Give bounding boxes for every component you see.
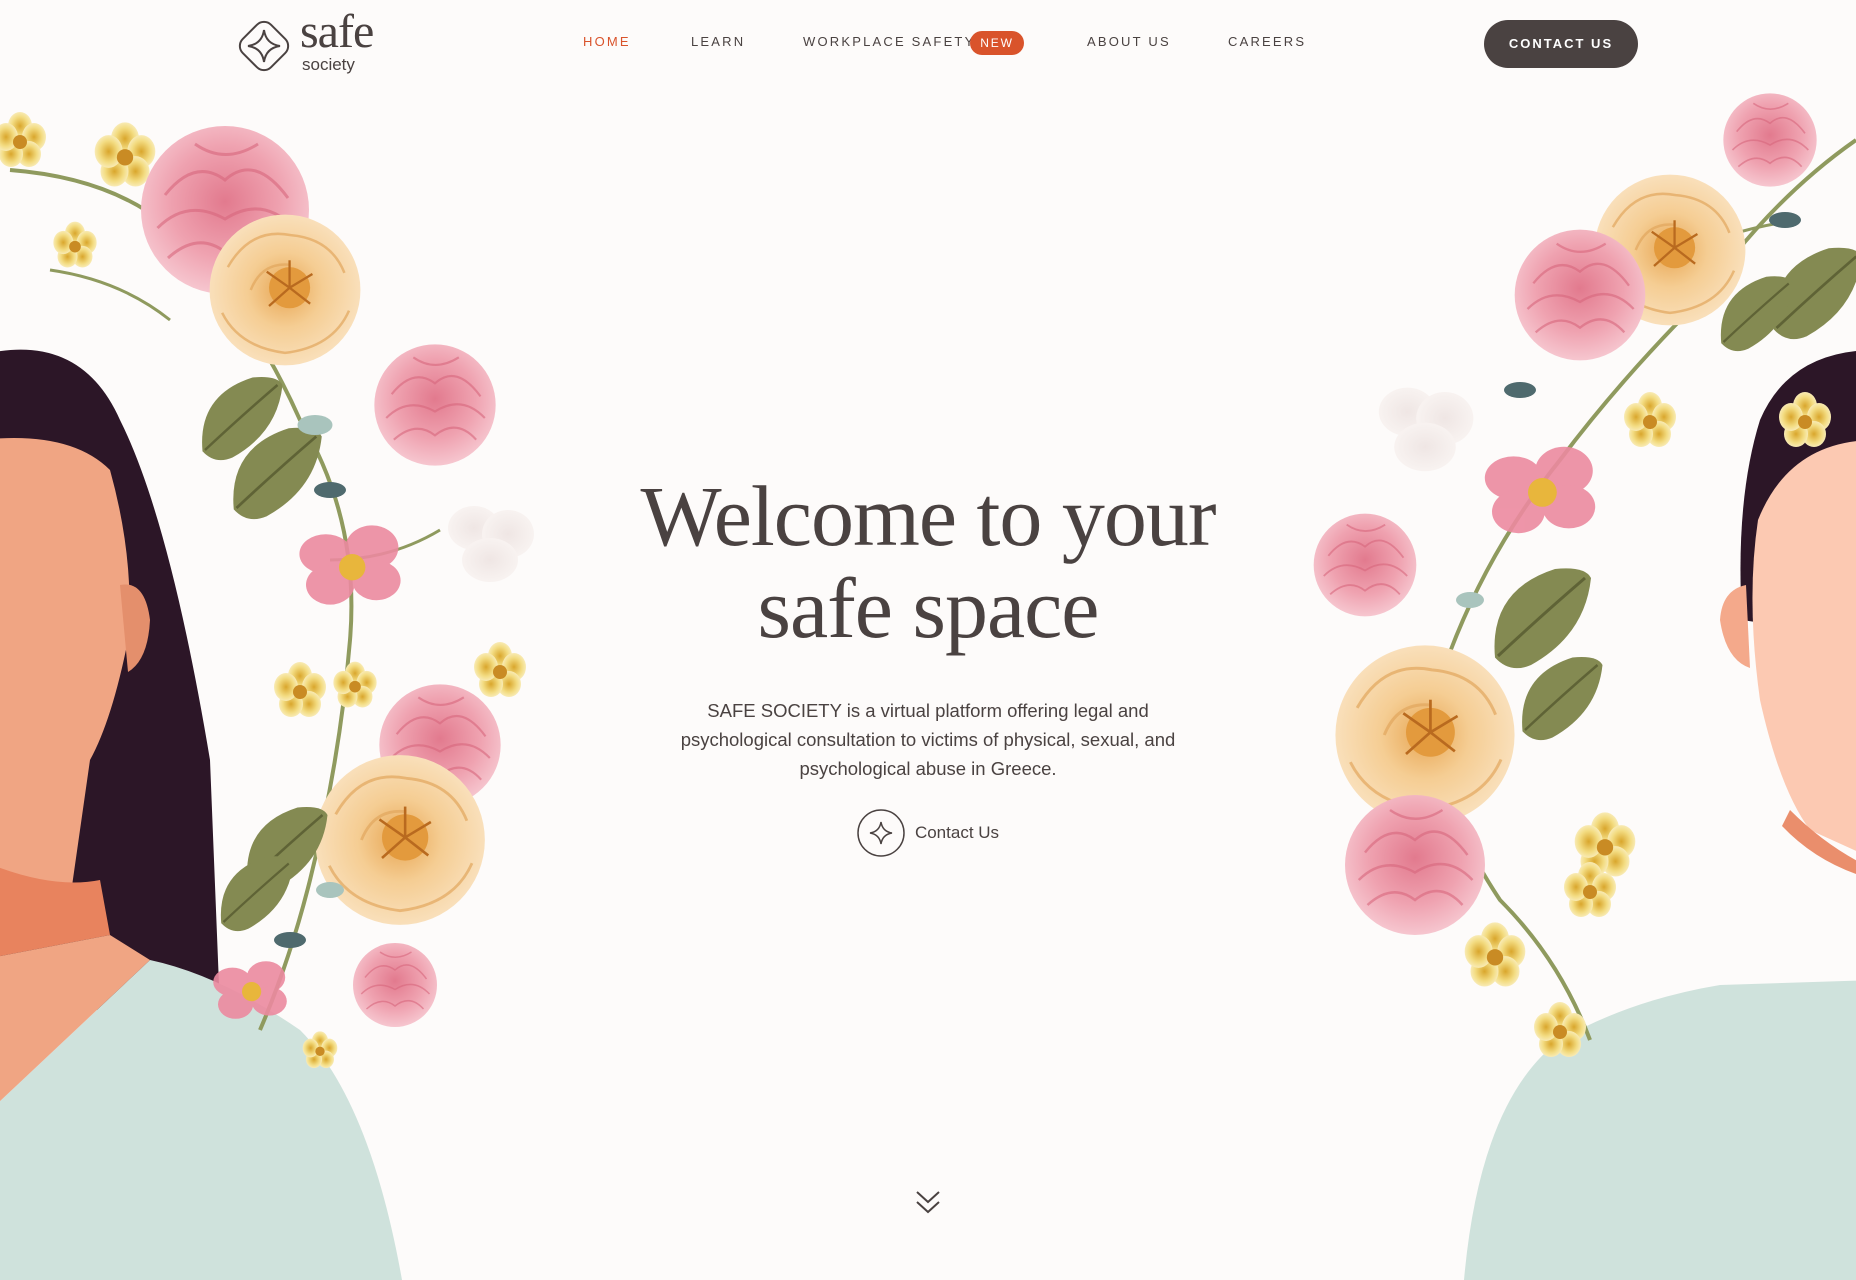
- logo[interactable]: safe society: [234, 8, 394, 78]
- nav-learn[interactable]: LEARN: [691, 34, 745, 49]
- hero-contact-label: Contact Us: [914, 823, 1000, 842]
- hero-title: Welcome to your safe space: [528, 470, 1328, 654]
- nav-careers[interactable]: CAREERS: [1228, 34, 1306, 49]
- hero-title-line-2: safe space: [757, 560, 1100, 656]
- hero-contact-link[interactable]: Contact Us: [857, 809, 999, 857]
- new-badge: NEW: [970, 31, 1024, 55]
- logo-sparkle-icon: [238, 20, 290, 72]
- header-contact-button[interactable]: CONTACT US: [1484, 20, 1638, 68]
- hero-description: SAFE SOCIETY is a virtual platform offer…: [680, 700, 1176, 779]
- nav-home[interactable]: HOME: [583, 34, 631, 49]
- chevron-double-down-icon[interactable]: [913, 1188, 943, 1218]
- sparkle-icon: [857, 809, 905, 857]
- nav-workplace-safety[interactable]: WORKPLACE SAFETY: [803, 34, 975, 49]
- hero-title-line-1: Welcome to your: [640, 468, 1216, 564]
- nav-about-us[interactable]: ABOUT US: [1087, 34, 1171, 49]
- logo-tagline: society: [302, 55, 355, 74]
- hero-section: Welcome to your safe space SAFE SOCIETY …: [528, 470, 1328, 857]
- logo-wordmark: safe: [300, 5, 374, 58]
- page: safe society HOME LEARN WORKPLACE SAFETY…: [0, 0, 1856, 1280]
- site-header: safe society HOME LEARN WORKPLACE SAFETY…: [0, 0, 1856, 88]
